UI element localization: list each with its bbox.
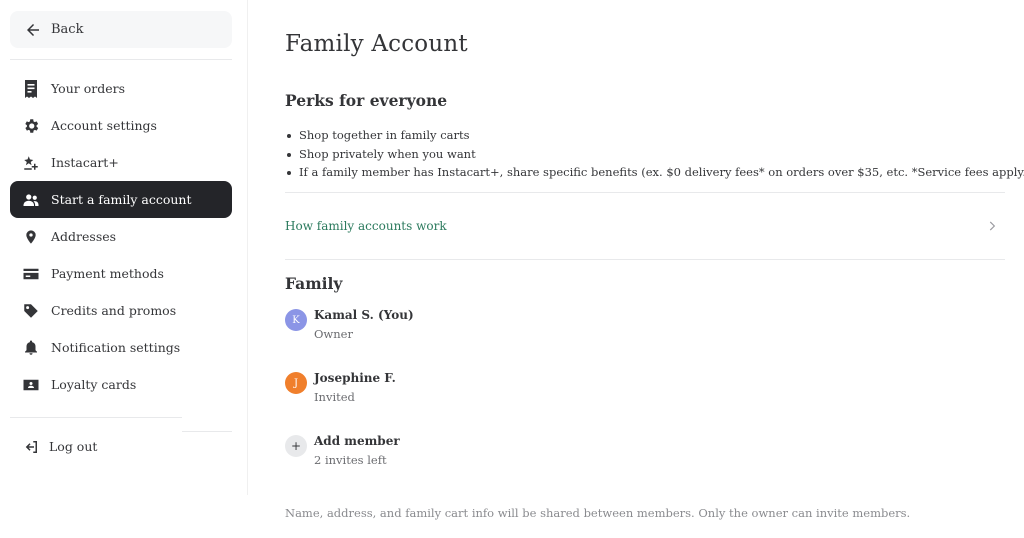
member-role: Owner (314, 327, 353, 341)
back-button[interactable]: Back (10, 11, 232, 48)
sidebar-item-label: Notification settings (51, 340, 181, 355)
sidebar-item-start-family-account[interactable]: Start a family account (10, 181, 232, 218)
chevron-right-icon (985, 219, 999, 233)
gear-icon (22, 117, 40, 135)
list-item: If a family member has Instacart+, share… (285, 163, 1024, 182)
how-link-label: How family accounts work (285, 219, 447, 233)
family-member: J Josephine F. Invited (285, 371, 685, 412)
sidebar-item-label: Loyalty cards (51, 377, 137, 392)
family-member: K Kamal S. (You) Owner (285, 308, 685, 349)
logout-icon (22, 438, 40, 456)
add-member-label: Add member (314, 434, 400, 448)
receipt-icon (22, 79, 40, 98)
sidebar-nav: Your orders Account settings Instacart+ … (10, 70, 232, 403)
sidebar-item-label: Instacart+ (51, 155, 119, 170)
member-name: Josephine F. (314, 371, 396, 385)
list-item: Shop privately when you want (285, 145, 1005, 164)
sidebar-item-payment-methods[interactable]: Payment methods (10, 255, 232, 292)
sidebar-item-label: Addresses (51, 229, 117, 244)
sidebar-item-your-orders[interactable]: Your orders (10, 70, 232, 107)
sidebar-item-loyalty-cards[interactable]: Loyalty cards (10, 366, 232, 403)
divider (10, 417, 182, 418)
sidebar-item-label: Credits and promos (51, 303, 177, 318)
divider (285, 259, 1005, 260)
footnote: Name, address, and family cart info will… (285, 506, 911, 520)
perks-heading: Perks for everyone (285, 91, 448, 110)
sidebar-item-notification-settings[interactable]: Notification settings (10, 329, 232, 366)
member-name: Kamal S. (You) (314, 308, 414, 322)
how-family-accounts-work-link[interactable]: How family accounts work (285, 193, 1005, 259)
avatar: K (285, 309, 307, 331)
perks-list: Shop together in family carts Shop priva… (285, 126, 1024, 182)
avatar: J (285, 372, 307, 394)
plus-icon: + (285, 435, 307, 457)
sidebar-item-instacart-plus[interactable]: Instacart+ (10, 144, 232, 181)
arrow-left-icon (24, 21, 42, 39)
sidebar-item-label: Account settings (51, 118, 157, 133)
list-item: Shop together in family carts (285, 126, 1005, 145)
sidebar-item-addresses[interactable]: Addresses (10, 218, 232, 255)
member-role: Invited (314, 390, 355, 404)
logout-label: Log out (49, 439, 98, 454)
add-member-button[interactable]: + Add member 2 invites left (285, 434, 685, 475)
logout-button[interactable]: Log out (10, 428, 232, 465)
location-pin-icon (22, 228, 40, 246)
invites-left: 2 invites left (314, 453, 387, 467)
tag-icon (22, 302, 40, 320)
sidebar-item-label: Your orders (51, 81, 125, 96)
family-icon (22, 191, 40, 209)
sidebar-item-credits-promos[interactable]: Credits and promos (10, 292, 232, 329)
sidebar: Back Your orders Account settings Instac… (0, 0, 248, 495)
instacart-plus-icon (22, 154, 40, 172)
back-label: Back (51, 22, 84, 37)
bell-icon (22, 339, 40, 357)
sidebar-item-label: Payment methods (51, 266, 164, 281)
sidebar-item-account-settings[interactable]: Account settings (10, 107, 232, 144)
divider (10, 59, 232, 60)
id-card-icon (22, 376, 40, 394)
page-title: Family Account (285, 31, 468, 57)
credit-card-icon (22, 265, 40, 283)
family-heading: Family (285, 274, 343, 293)
sidebar-item-label: Start a family account (51, 192, 192, 207)
